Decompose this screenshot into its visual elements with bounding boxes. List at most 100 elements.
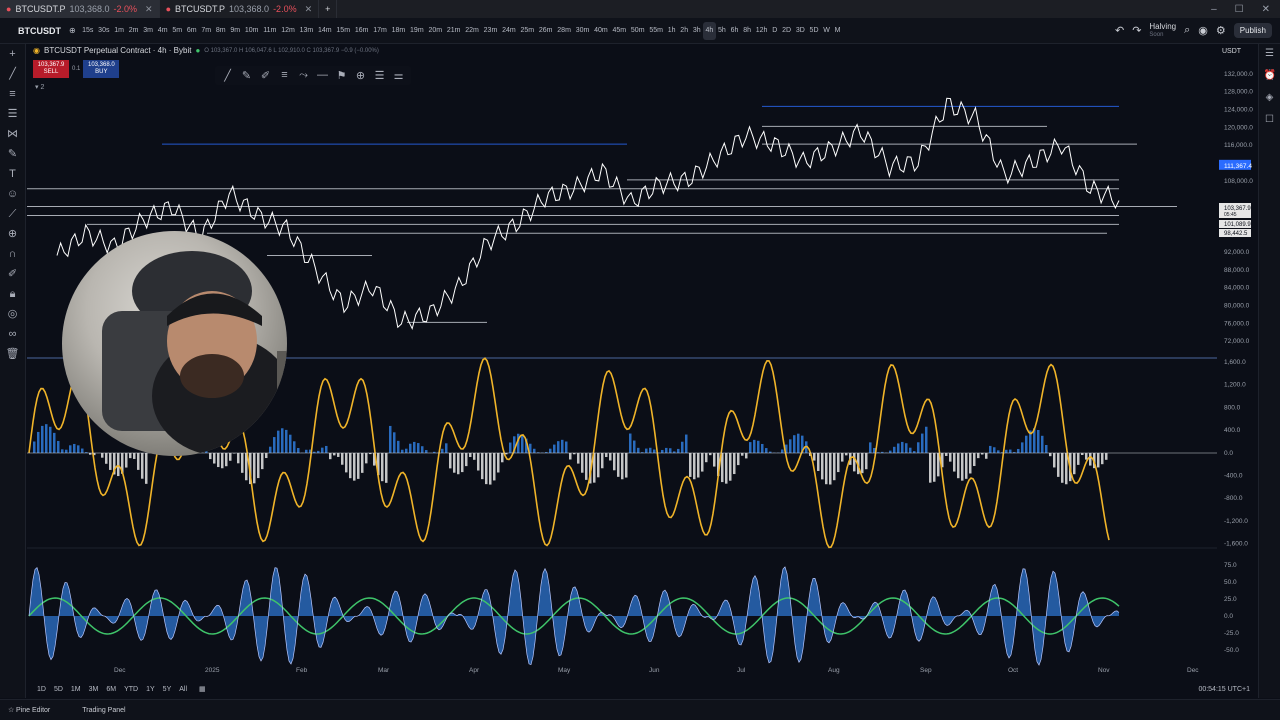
interval-18m[interactable]: 18m — [389, 18, 407, 44]
indicator-count[interactable]: ▾ 2 — [35, 83, 44, 91]
trend-line-icon[interactable]: ╱ — [6, 68, 20, 81]
interval-4h[interactable]: 4h — [703, 21, 716, 40]
buy-button[interactable]: 103,368.0 BUY — [83, 60, 120, 78]
chart-area[interactable]: 132,000.0 128,000.0 124,000.0 120,000.0 116,… — [27, 44, 1258, 676]
halving-countdown[interactable]: Halving Soon — [1149, 22, 1176, 39]
interval-22m[interactable]: 22m — [463, 18, 481, 44]
target-tool-icon[interactable]: ⊕ — [354, 69, 367, 82]
search-icon[interactable]: ⌕ — [1184, 24, 1190, 37]
interval-50m[interactable]: 50m — [629, 18, 647, 44]
text-icon[interactable]: T — [6, 168, 20, 181]
path-tool-icon[interactable]: ⤳ — [297, 69, 310, 82]
close-tab-icon[interactable]: ✕ — [145, 4, 153, 15]
range-3m[interactable]: 3M — [85, 686, 103, 693]
horizontal-lines-icon[interactable]: ≡ — [6, 88, 20, 101]
interval-4m[interactable]: 4m — [155, 18, 170, 44]
interval-5h[interactable]: 5h — [716, 18, 729, 44]
brush-tool-icon[interactable]: ✎ — [240, 69, 253, 82]
interval-8m[interactable]: 8m — [213, 18, 228, 44]
line-tool-icon[interactable]: ╱ — [221, 69, 234, 82]
camera-icon[interactable]: ◉ — [1198, 24, 1208, 37]
close-window-icon[interactable]: ✕ — [1262, 4, 1270, 15]
lines-tool-icon[interactable]: ≡ — [278, 69, 291, 82]
interval-3d[interactable]: 3D — [793, 18, 807, 44]
settings-tool-icon[interactable]: ⚌ — [392, 69, 405, 82]
interval-10m[interactable]: 10m — [243, 18, 261, 44]
new-tab-button[interactable]: + — [319, 0, 338, 18]
interval-9m[interactable]: 9m — [228, 18, 243, 44]
interval-26m[interactable]: 26m — [536, 18, 554, 44]
fib-icon[interactable]: ☰ — [6, 108, 20, 121]
minimize-icon[interactable]: – — [1211, 4, 1217, 15]
interval-30m[interactable]: 30m — [573, 18, 591, 44]
interval-7m[interactable]: 7m — [199, 18, 214, 44]
browser-tab-2[interactable]: ● BTCUSDT.P 103,368.0 -2.0% ✕ — [160, 0, 320, 18]
range-ytd[interactable]: YTD — [120, 686, 142, 693]
interval-21m[interactable]: 21m — [444, 18, 462, 44]
emoji-icon[interactable]: ☺ — [6, 188, 20, 201]
maximize-icon[interactable]: ☐ — [1235, 4, 1244, 15]
interval-14m[interactable]: 14m — [316, 18, 334, 44]
interval-16m[interactable]: 16m — [352, 18, 370, 44]
flag-tool-icon[interactable]: ⚑ — [335, 69, 348, 82]
star-icon[interactable]: ☆ — [8, 706, 14, 714]
interval-30s[interactable]: 30s — [96, 18, 112, 44]
interval-12m[interactable]: 12m — [279, 18, 297, 44]
interval-2h[interactable]: 2h — [678, 18, 691, 44]
trash-icon[interactable]: 🗑︎ — [6, 348, 20, 361]
chat-icon[interactable]: ☐ — [1264, 114, 1276, 126]
interval-13m[interactable]: 13m — [297, 18, 315, 44]
interval-55m[interactable]: 55m — [647, 18, 665, 44]
eye-icon[interactable]: ◎ — [6, 308, 20, 321]
interval-28m[interactable]: 28m — [555, 18, 573, 44]
interval-12h[interactable]: 12h — [753, 18, 769, 44]
interval-3h[interactable]: 3h — [690, 18, 703, 44]
pattern-icon[interactable]: ⋈ — [6, 128, 20, 141]
interval-m[interactable]: M — [832, 18, 843, 44]
interval-8h[interactable]: 8h — [741, 18, 754, 44]
ray-tool-icon[interactable]: — — [316, 69, 329, 82]
interval-17m[interactable]: 17m — [371, 18, 389, 44]
interval-d[interactable]: D — [770, 18, 780, 44]
interval-19m[interactable]: 19m — [408, 18, 426, 44]
sell-button[interactable]: 103,367.9 SELL — [33, 60, 69, 78]
layers-icon[interactable]: ◈ — [1264, 92, 1276, 104]
close-tab-icon[interactable]: ✕ — [305, 4, 313, 15]
range-1m[interactable]: 1M — [67, 686, 85, 693]
interval-23m[interactable]: 23m — [481, 18, 499, 44]
pencil-icon[interactable]: ✐ — [6, 268, 20, 281]
redo-icon[interactable]: ↷ — [1132, 24, 1141, 37]
interval-11m[interactable]: 11m — [261, 18, 279, 44]
range-5d[interactable]: 5D — [50, 686, 67, 693]
interval-6h[interactable]: 6h — [728, 18, 741, 44]
interval-40m[interactable]: 40m — [592, 18, 610, 44]
interval-15s[interactable]: 15s — [80, 18, 96, 44]
range-1y[interactable]: 1Y — [142, 686, 159, 693]
range-5y[interactable]: 5Y — [159, 686, 176, 693]
interval-2d[interactable]: 2D — [780, 18, 794, 44]
interval-5m[interactable]: 5m — [170, 18, 185, 44]
symbol-search[interactable]: BTCUSDT — [0, 18, 65, 44]
interval-1m[interactable]: 1m — [112, 18, 127, 44]
hlines-tool-icon[interactable]: ☰ — [373, 69, 386, 82]
interval-1h[interactable]: 1h — [665, 18, 678, 44]
link-icon[interactable]: ∞ — [6, 328, 20, 341]
range-1d[interactable]: 1D — [33, 686, 50, 693]
add-symbol-icon[interactable]: ⊕ — [65, 18, 80, 44]
clock-utc[interactable]: 00:54:15 UTC+1 — [1198, 686, 1258, 693]
trading-panel-tab[interactable]: Trading Panel — [66, 707, 141, 714]
interval-15m[interactable]: 15m — [334, 18, 352, 44]
interval-20m[interactable]: 20m — [426, 18, 444, 44]
crosshair-icon[interactable]: + — [6, 48, 20, 61]
magnet-icon[interactable]: ∩ — [6, 248, 20, 261]
browser-tab-1[interactable]: ● BTCUSDT.P 103,368.0 -2.0% ✕ — [0, 0, 160, 18]
publish-button[interactable]: Publish — [1233, 23, 1272, 38]
zoom-icon[interactable]: ⊕ — [6, 228, 20, 241]
calendar-icon[interactable]: ▦ — [191, 685, 206, 693]
alert-icon[interactable]: ⏰ — [1264, 70, 1276, 82]
interval-24m[interactable]: 24m — [500, 18, 518, 44]
interval-25m[interactable]: 25m — [518, 18, 536, 44]
interval-3m[interactable]: 3m — [141, 18, 156, 44]
brush-icon[interactable]: ✎ — [6, 148, 20, 161]
interval-w[interactable]: W — [821, 18, 832, 44]
